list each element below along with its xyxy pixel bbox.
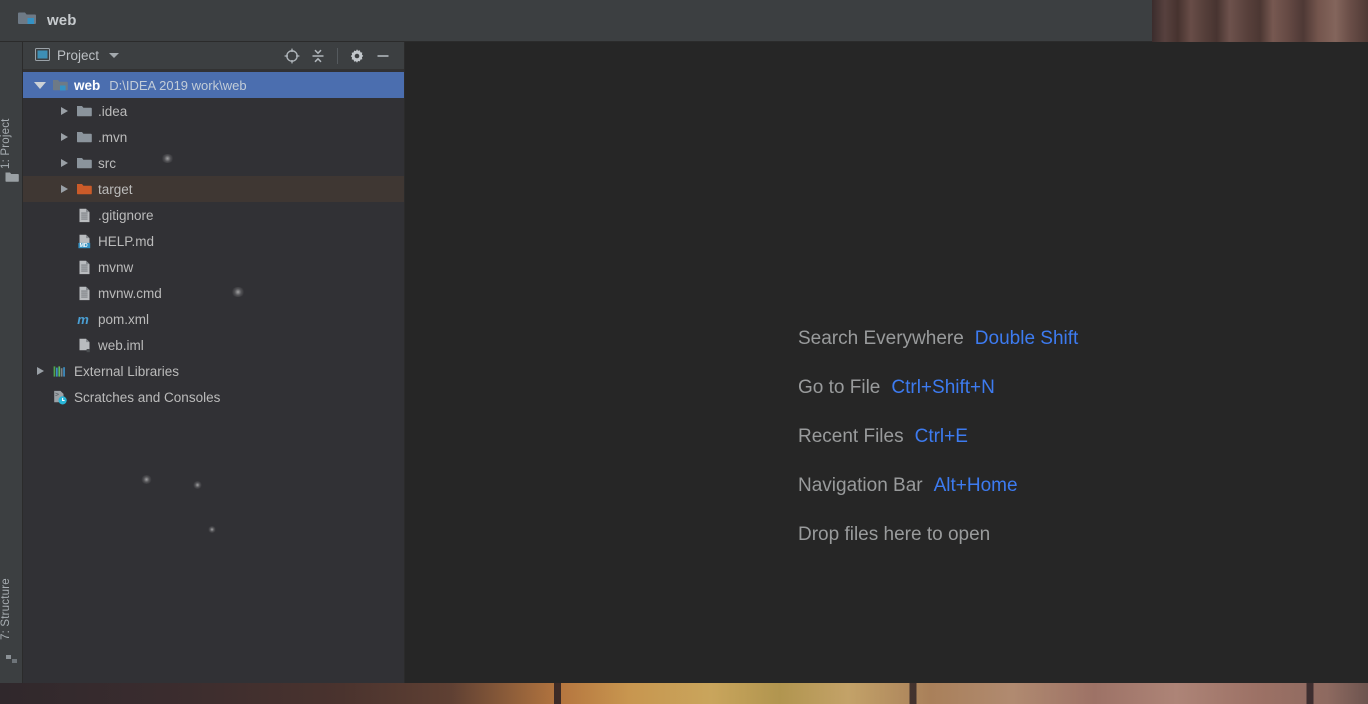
editor-hint-label: Recent Files bbox=[798, 426, 904, 447]
tree-row-idea[interactable]: .idea bbox=[23, 98, 404, 124]
tree-row-mvnw[interactable]: mvnw bbox=[23, 254, 404, 280]
tree-expander[interactable] bbox=[55, 107, 73, 115]
text-file-icon bbox=[73, 286, 95, 301]
editor-hint-list: Search Everywhere Double Shift Go to File C… bbox=[798, 328, 1078, 573]
project-tool-window: Project web D:\IDEA 2019 work\web .idea … bbox=[23, 42, 405, 683]
tree-row-target[interactable]: target bbox=[23, 176, 404, 202]
chevron-down-icon bbox=[109, 53, 120, 58]
bokeh-dot bbox=[141, 475, 152, 484]
tree-row-scratches-and-consoles[interactable]: > Scratches and Consoles bbox=[23, 384, 404, 410]
chevron-right-icon[interactable] bbox=[60, 133, 68, 141]
desktop-wallpaper-bottom bbox=[0, 683, 1368, 704]
svg-text:>: > bbox=[55, 391, 59, 398]
tree-row-mvnw-cmd[interactable]: mvnw.cmd bbox=[23, 280, 404, 306]
editor-hint: Drop files here to open bbox=[798, 524, 1078, 573]
tree-row-mvn[interactable]: .mvn bbox=[23, 124, 404, 150]
text-file-icon bbox=[73, 208, 95, 223]
editor-hint-label: Drop files here to open bbox=[798, 524, 991, 545]
tree-expander[interactable] bbox=[55, 185, 73, 193]
chevron-right-icon[interactable] bbox=[60, 159, 68, 167]
folder-icon bbox=[73, 156, 95, 171]
collapse-all-icon[interactable] bbox=[305, 43, 331, 69]
project-tree[interactable]: web D:\IDEA 2019 work\web .idea .mvn src targ… bbox=[23, 70, 404, 410]
window-title: web bbox=[47, 12, 77, 29]
tree-row-web[interactable]: web D:\IDEA 2019 work\web bbox=[23, 72, 404, 98]
maven-file-icon: m bbox=[73, 312, 95, 327]
editor-hint: Search Everywhere Double Shift bbox=[798, 328, 1078, 377]
left-tool-strip: 1: Project 7: Structure bbox=[0, 42, 23, 683]
project-view-selector[interactable]: Project bbox=[23, 47, 120, 64]
tree-row-web-iml[interactable]: web.iml bbox=[23, 332, 404, 358]
text-file-icon bbox=[73, 260, 95, 275]
tree-row-external-libraries[interactable]: External Libraries bbox=[23, 358, 404, 384]
editor-hint-label: Navigation Bar bbox=[798, 475, 923, 496]
tree-row-path: D:\IDEA 2019 work\web bbox=[109, 77, 247, 93]
project-panel-header: Project bbox=[23, 42, 404, 70]
gear-icon[interactable] bbox=[344, 43, 370, 69]
editor-hint-shortcut: Ctrl+Shift+N bbox=[891, 377, 995, 398]
desktop-wallpaper-top bbox=[1152, 0, 1368, 42]
title-bar: web bbox=[0, 0, 1152, 42]
editor-hint: Go to File Ctrl+Shift+N bbox=[798, 377, 1078, 426]
tree-row-label: target bbox=[98, 181, 133, 197]
bokeh-dot bbox=[208, 526, 216, 533]
tree-expander[interactable] bbox=[31, 81, 49, 89]
tree-row-pom-xml[interactable]: m pom.xml bbox=[23, 306, 404, 332]
project-folder-icon bbox=[49, 78, 71, 93]
tree-row-label: web bbox=[74, 77, 101, 93]
folder-icon bbox=[73, 130, 95, 145]
folder-icon bbox=[73, 104, 95, 119]
chevron-down-icon[interactable] bbox=[34, 81, 46, 89]
minimize-icon[interactable] bbox=[370, 43, 396, 69]
markdown-file-icon: MD bbox=[73, 234, 95, 249]
bokeh-dot bbox=[193, 481, 202, 489]
tree-row-label: mvnw.cmd bbox=[98, 285, 162, 301]
chevron-right-icon[interactable] bbox=[36, 367, 44, 375]
tree-row-label: .mvn bbox=[98, 129, 128, 145]
tree-row-src[interactable]: src bbox=[23, 150, 404, 176]
tree-expander[interactable] bbox=[55, 159, 73, 167]
tree-row-label: mvnw bbox=[98, 259, 134, 275]
project-folder-icon bbox=[18, 10, 38, 31]
project-view-icon bbox=[35, 47, 50, 64]
tree-row-label: .idea bbox=[98, 103, 128, 119]
tree-row-label: .gitignore bbox=[98, 207, 154, 223]
svg-text:m: m bbox=[77, 312, 89, 327]
editor-hint-shortcut: Alt+Home bbox=[933, 475, 1018, 496]
editor-empty-area: Search Everywhere Double Shift Go to File C… bbox=[405, 42, 1368, 683]
structure-icon bbox=[5, 651, 19, 663]
tree-row-label: Scratches and Consoles bbox=[74, 389, 221, 405]
editor-hint-shortcut: Double Shift bbox=[974, 328, 1079, 349]
editor-hint-shortcut: Ctrl+E bbox=[914, 426, 968, 447]
scroll-from-source-icon[interactable] bbox=[279, 43, 305, 69]
tree-row-label: pom.xml bbox=[98, 311, 150, 327]
editor-hint: Recent Files Ctrl+E bbox=[798, 426, 1078, 475]
tree-expander[interactable] bbox=[55, 133, 73, 141]
sidebar-item-structure[interactable]: 7: Structure bbox=[0, 557, 23, 643]
ide-window: web 1: Project 7: Structure Project web … bbox=[0, 0, 1368, 704]
module-file-icon bbox=[73, 338, 95, 353]
tree-expander[interactable] bbox=[31, 367, 49, 375]
folder-icon bbox=[5, 170, 19, 182]
tree-row-gitignore[interactable]: .gitignore bbox=[23, 202, 404, 228]
tree-row-label: External Libraries bbox=[74, 363, 180, 379]
project-view-label: Project bbox=[57, 48, 100, 63]
editor-hint-label: Search Everywhere bbox=[798, 328, 964, 349]
editor-hint-label: Go to File bbox=[798, 377, 881, 398]
chevron-right-icon[interactable] bbox=[60, 107, 68, 115]
tree-row-label: web.iml bbox=[98, 337, 144, 353]
toolbar-separator bbox=[337, 47, 338, 64]
editor-hint: Navigation Bar Alt+Home bbox=[798, 475, 1078, 524]
tree-row-label: src bbox=[98, 155, 116, 171]
libraries-icon bbox=[49, 364, 71, 379]
project-panel-actions bbox=[279, 43, 404, 69]
folder-orange-icon bbox=[73, 182, 95, 197]
scratches-icon: > bbox=[49, 390, 71, 405]
sidebar-item-project[interactable]: 1: Project bbox=[0, 88, 23, 172]
svg-text:MD: MD bbox=[79, 243, 87, 249]
chevron-right-icon[interactable] bbox=[60, 185, 68, 193]
tree-row-label: HELP.md bbox=[98, 233, 155, 249]
tree-row-help-md[interactable]: MD HELP.md bbox=[23, 228, 404, 254]
